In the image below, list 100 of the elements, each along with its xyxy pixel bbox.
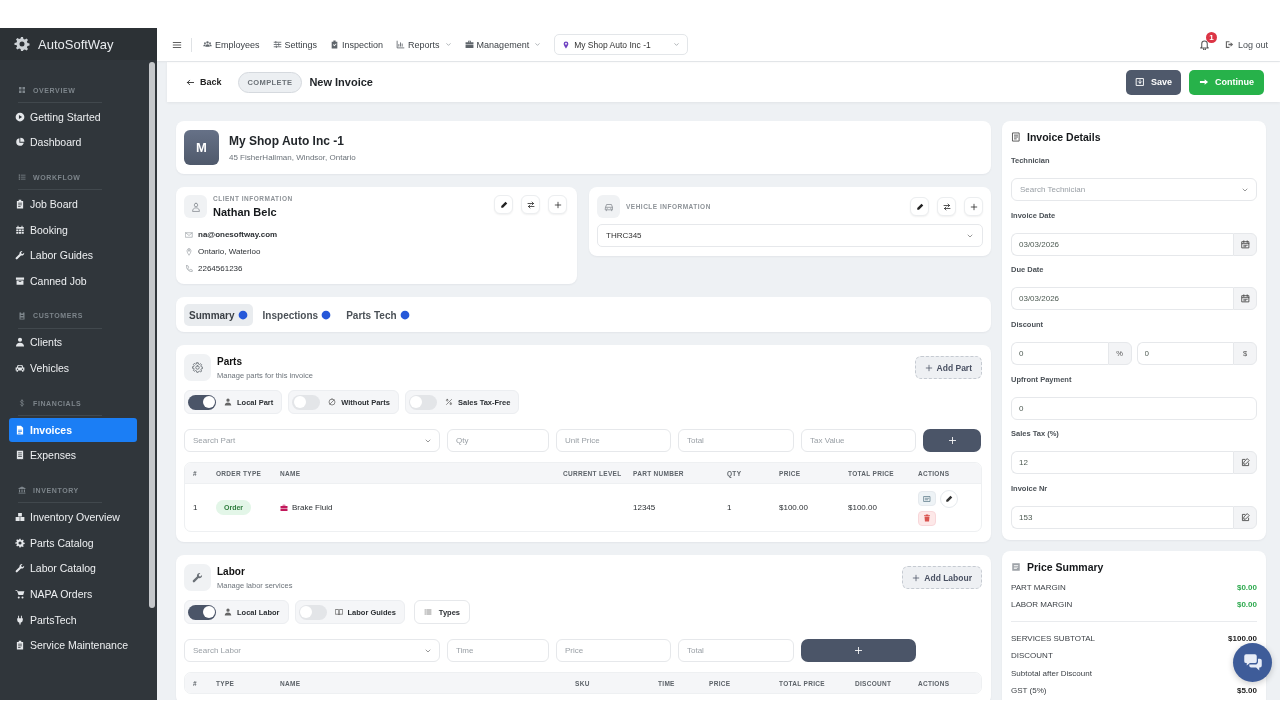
- envelope-icon: [185, 230, 193, 239]
- summary-label: LABOR MARGIN: [1011, 600, 1073, 610]
- nav-link[interactable]: Management: [464, 39, 542, 50]
- nav-link[interactable]: Reports: [396, 39, 452, 50]
- sidebar-item[interactable]: Parts Catalog: [9, 530, 137, 555]
- sidebar-item[interactable]: Inventory Overview: [9, 505, 137, 530]
- trash-icon: [923, 514, 931, 522]
- search-field[interactable]: Search Labor: [184, 639, 440, 662]
- scrollbar[interactable]: [149, 62, 155, 608]
- add-row-button[interactable]: [801, 639, 916, 662]
- date-field[interactable]: 03/03/2026: [1011, 232, 1233, 256]
- input-field[interactable]: Tax Value: [801, 429, 916, 452]
- tab[interactable]: Summary: [184, 304, 253, 326]
- sidebar-item[interactable]: Job Board: [9, 191, 137, 216]
- note-icon: [923, 494, 931, 503]
- back-button[interactable]: Back: [186, 77, 222, 87]
- toggle-switch[interactable]: [292, 394, 321, 410]
- swap-button[interactable]: [521, 195, 540, 214]
- sidebar-item[interactable]: Service Maintenance: [9, 633, 137, 658]
- sidebar-item[interactable]: Labor Guides: [9, 243, 137, 268]
- sidebar-item[interactable]: Dashboard: [9, 130, 137, 155]
- summary-value: $0.00: [1236, 600, 1257, 610]
- add-row-button[interactable]: [923, 429, 981, 452]
- download-icon: [1134, 77, 1145, 87]
- input-field[interactable]: Total: [678, 429, 794, 452]
- boxes-icon: [15, 512, 25, 523]
- logout-icon: [1224, 40, 1234, 49]
- add-labour-button[interactable]: Add Labour: [902, 566, 982, 589]
- tab[interactable]: Inspections: [257, 304, 337, 326]
- nav-link[interactable]: Inspection: [330, 39, 384, 50]
- user-icon: [224, 398, 232, 406]
- toggle-switch[interactable]: [188, 604, 216, 620]
- number-field[interactable]: 0: [1011, 342, 1108, 366]
- nav-link[interactable]: Employees: [203, 39, 260, 50]
- edit-button[interactable]: [910, 197, 929, 216]
- input-field[interactable]: Qty: [447, 429, 549, 452]
- briefcase-icon: [464, 40, 474, 49]
- location-pin-icon: [562, 40, 571, 49]
- add-part-button[interactable]: Add Part: [914, 356, 982, 379]
- arrow-right-icon: [1199, 77, 1209, 87]
- sidebar-item[interactable]: Getting Started: [9, 104, 137, 129]
- input-field[interactable]: Unit Price: [556, 429, 671, 452]
- pencil-icon: [499, 200, 508, 209]
- sidebar-item[interactable]: Booking: [9, 217, 137, 242]
- book-icon: [334, 608, 343, 616]
- number-field[interactable]: 0: [1136, 342, 1233, 366]
- input-field[interactable]: Time: [447, 639, 549, 662]
- text-field[interactable]: 153: [1011, 506, 1233, 530]
- toggle-switch[interactable]: [188, 394, 216, 410]
- gear-icon: [15, 537, 25, 548]
- sidebar-item[interactable]: Clients: [9, 330, 137, 355]
- logout-button[interactable]: Log out: [1224, 39, 1268, 50]
- sidebar-item[interactable]: PartsTech: [9, 607, 137, 632]
- calendar-button[interactable]: [1233, 232, 1257, 256]
- sidebar-item[interactable]: NAPA Orders: [9, 581, 137, 606]
- sidebar-item[interactable]: Expenses: [9, 443, 137, 468]
- id-card-icon: [18, 311, 26, 320]
- text-field[interactable]: 12: [1011, 451, 1233, 475]
- clipboard-check-icon: [330, 40, 340, 49]
- location-pin-icon: [185, 247, 193, 256]
- nav-link[interactable]: Settings: [272, 39, 318, 50]
- save-button[interactable]: Save: [1125, 69, 1181, 95]
- clipboard-icon: [15, 198, 25, 209]
- swap-button[interactable]: [937, 197, 956, 216]
- bell-icon[interactable]: [1198, 39, 1210, 50]
- sidebar-item[interactable]: Invoices: [9, 417, 137, 442]
- select-field[interactable]: Search Technician: [1011, 178, 1257, 201]
- menu-icon[interactable]: [172, 39, 182, 50]
- summary-value: $100.00: [1228, 633, 1257, 643]
- client-email: na@onesoftway.com: [198, 230, 278, 239]
- date-field[interactable]: 03/03/2026: [1011, 287, 1233, 311]
- user-icon: [224, 608, 232, 616]
- edit-button[interactable]: [494, 195, 513, 214]
- toolbox-icon: [280, 503, 288, 512]
- edit-button[interactable]: [940, 489, 958, 508]
- tab[interactable]: Parts Tech: [341, 304, 415, 326]
- shop-select[interactable]: My Shop Auto Inc -1: [554, 34, 689, 55]
- search-field[interactable]: Search Part: [184, 429, 440, 452]
- vehicle-select[interactable]: THRC345: [597, 224, 983, 247]
- toggle-switch[interactable]: [298, 604, 327, 620]
- receipt-icon: [15, 450, 25, 461]
- text-field[interactable]: 0: [1011, 396, 1257, 420]
- sidebar-item[interactable]: Canned Job: [9, 268, 137, 293]
- input-field[interactable]: Price: [556, 639, 671, 662]
- car-icon: [15, 363, 25, 374]
- sidebar-item[interactable]: Labor Catalog: [9, 556, 137, 581]
- plus-icon: [854, 646, 863, 655]
- calendar-button[interactable]: [1233, 287, 1257, 311]
- toggle-switch[interactable]: [408, 394, 437, 410]
- wrench-icon: [15, 250, 25, 261]
- summary-label: DISCOUNT: [1011, 651, 1053, 661]
- sidebar-item[interactable]: Vehicles: [9, 356, 137, 381]
- input-field[interactable]: Total: [678, 639, 794, 662]
- delete-button[interactable]: [918, 510, 936, 526]
- plus-icon: [969, 202, 978, 211]
- dollar-icon: [18, 399, 26, 408]
- list-icon: [423, 608, 432, 616]
- user-icon: [15, 337, 25, 348]
- card-title: Price Summary: [1027, 561, 1104, 574]
- brand-name: AutoSoftWay: [38, 36, 114, 52]
